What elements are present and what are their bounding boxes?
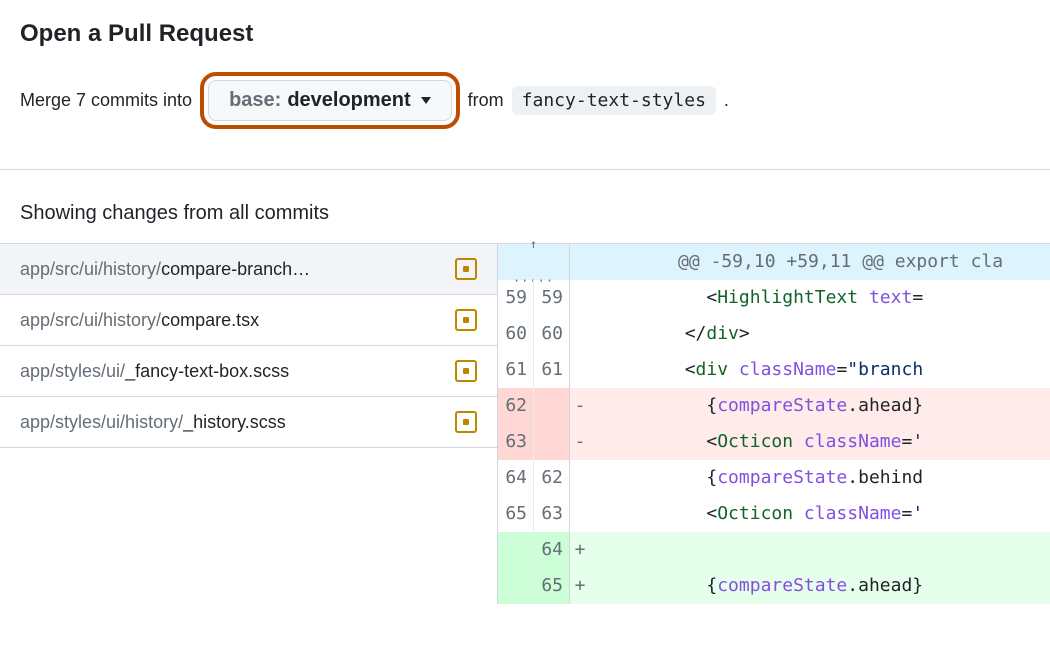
line-number-new xyxy=(534,388,570,424)
diff-code: <HighlightText text= xyxy=(590,280,1050,316)
diff-code: {compareState.ahead} xyxy=(590,568,1050,604)
file-row[interactable]: app/styles/ui/history/_history.scss xyxy=(0,397,497,448)
file-row[interactable]: app/src/ui/history/compare.tsx xyxy=(0,295,497,346)
line-number-old: 64 xyxy=(498,460,534,496)
diff-code: <Octicon className=' xyxy=(590,424,1050,460)
diff-line: 5959 <HighlightText text= xyxy=(498,280,1050,316)
diff-line: 6462 {compareState.behind xyxy=(498,460,1050,496)
diff-sign xyxy=(570,460,590,496)
expand-icon[interactable]: ↑····· xyxy=(498,244,570,280)
diff-code xyxy=(590,532,1050,568)
diff-line: 65+ {compareState.ahead} xyxy=(498,568,1050,604)
line-number-new: 60 xyxy=(534,316,570,352)
file-row[interactable]: app/styles/ui/_fancy-text-box.scss xyxy=(0,346,497,397)
changes-subtitle: Showing changes from all commits xyxy=(0,170,1050,244)
diff-sign xyxy=(570,280,590,316)
line-number-new: 59 xyxy=(534,280,570,316)
base-value: development xyxy=(287,89,410,112)
file-list: app/src/ui/history/compare-branch… app/sr… xyxy=(0,244,498,604)
modified-icon xyxy=(455,258,477,280)
diff-view: ↑·····@@ -59,10 +59,11 @@ export cla5959… xyxy=(498,244,1050,604)
diff-sign: + xyxy=(570,532,590,568)
line-number-old xyxy=(498,568,534,604)
page-title: Open a Pull Request xyxy=(20,20,1030,48)
diff-code: </div> xyxy=(590,316,1050,352)
line-number-old: 61 xyxy=(498,352,534,388)
line-number-new: 64 xyxy=(534,532,570,568)
diff-line: 6563 <Octicon className=' xyxy=(498,496,1050,532)
line-number-old xyxy=(498,532,534,568)
file-path: app/styles/ui/history/_history.scss xyxy=(20,412,286,433)
from-label: from xyxy=(468,90,504,111)
modified-icon xyxy=(455,360,477,382)
line-number-new: 65 xyxy=(534,568,570,604)
modified-icon xyxy=(455,411,477,433)
chevron-down-icon xyxy=(421,97,431,104)
diff-line: 6060 </div> xyxy=(498,316,1050,352)
line-number-old: 63 xyxy=(498,424,534,460)
diff-line: 62- {compareState.ahead} xyxy=(498,388,1050,424)
diff-sign xyxy=(570,496,590,532)
line-number-new: 63 xyxy=(534,496,570,532)
base-label: base: xyxy=(229,89,281,112)
merge-prefix: Merge 7 commits into xyxy=(20,90,192,111)
line-number-old: 65 xyxy=(498,496,534,532)
diff-sign: - xyxy=(570,424,590,460)
diff-line: 63- <Octicon className=' xyxy=(498,424,1050,460)
diff-sign xyxy=(570,316,590,352)
diff-sign xyxy=(570,352,590,388)
line-number-old: 59 xyxy=(498,280,534,316)
line-number-new xyxy=(534,424,570,460)
diff-code: <div className="branch xyxy=(590,352,1050,388)
modified-icon xyxy=(455,309,477,331)
file-path: app/src/ui/history/compare.tsx xyxy=(20,310,259,331)
diff-sign: - xyxy=(570,388,590,424)
line-number-old: 60 xyxy=(498,316,534,352)
merge-summary: Merge 7 commits into base: development f… xyxy=(20,72,1030,129)
line-number-new: 62 xyxy=(534,460,570,496)
source-branch-tag: fancy-text-styles xyxy=(512,86,716,115)
base-dropdown-highlight: base: development xyxy=(200,72,460,129)
diff-line: 6161 <div className="branch xyxy=(498,352,1050,388)
merge-suffix: . xyxy=(724,90,729,111)
file-row[interactable]: app/src/ui/history/compare-branch… xyxy=(0,244,497,295)
diff-code: <Octicon className=' xyxy=(590,496,1050,532)
diff-sign: + xyxy=(570,568,590,604)
file-path: app/styles/ui/_fancy-text-box.scss xyxy=(20,361,289,382)
line-number-old: 62 xyxy=(498,388,534,424)
line-number-new: 61 xyxy=(534,352,570,388)
file-path: app/src/ui/history/compare-branch… xyxy=(20,259,310,280)
diff-line: 64+ xyxy=(498,532,1050,568)
diff-code: {compareState.ahead} xyxy=(590,388,1050,424)
base-branch-dropdown[interactable]: base: development xyxy=(208,80,452,121)
diff-code: {compareState.behind xyxy=(590,460,1050,496)
diff-hunk-header: ↑·····@@ -59,10 +59,11 @@ export cla xyxy=(498,244,1050,280)
